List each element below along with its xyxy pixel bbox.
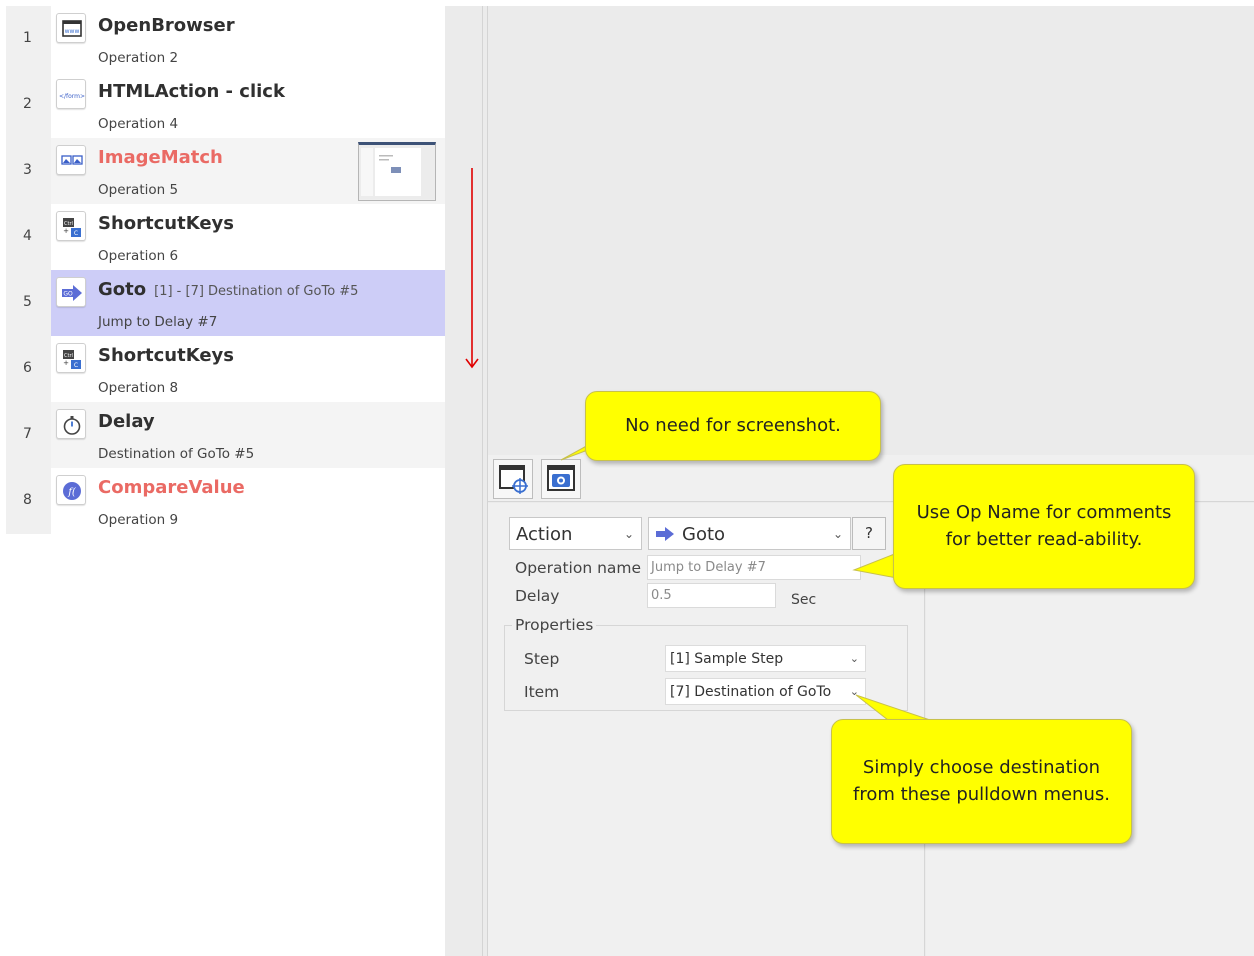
html-form-icon: </form> — [56, 79, 86, 109]
operation-row-8[interactable]: 8 f( CompareValue Operation 9 — [6, 468, 445, 534]
operation-row-3[interactable]: 3 ImageMatch Operation 5 — [6, 138, 445, 204]
operation-row-2[interactable]: 2 </form> HTMLAction - click Operation 4 — [6, 72, 445, 138]
op-name-label: Operation name — [515, 559, 642, 577]
item-select[interactable]: [7] Destination of GoTo ⌄ — [665, 678, 866, 705]
operation-name: Operation 5 — [98, 182, 179, 198]
callout-text-line: Use Op Name for comments — [916, 502, 1172, 524]
flow-down-arrow-icon — [465, 168, 479, 369]
row-number: 7 — [6, 402, 51, 468]
goto-icon: GO — [56, 277, 86, 307]
shortcut-keys-icon: Ctrl + C — [56, 211, 86, 241]
callout-no-screenshot: No need for screenshot. — [585, 391, 881, 461]
op-name-input[interactable]: Jump to Delay #7 — [647, 555, 861, 580]
operation-row-4[interactable]: 4 Ctrl + C ShortcutKeys Operation 6 — [6, 204, 445, 270]
operation-name: Destination of GoTo #5 — [98, 446, 255, 462]
operation-title: HTMLAction - click — [98, 81, 285, 102]
window-camera-icon — [547, 465, 575, 491]
window-target-icon — [499, 465, 528, 494]
item-label: Item — [524, 683, 560, 701]
callout-text-line: from these pulldown menus. — [853, 783, 1110, 805]
step-select[interactable]: [1] Sample Step ⌄ — [665, 645, 866, 672]
row-number: 8 — [6, 468, 51, 534]
callout-pulldown: Simply choose destination from these pul… — [831, 719, 1132, 844]
operation-title: ShortcutKeys — [98, 213, 235, 234]
stopwatch-icon — [56, 409, 86, 439]
operation-title: ShortcutKeys — [98, 345, 235, 366]
callout-text: No need for screenshot. — [625, 414, 841, 436]
callout-text-line: for better read-ability. — [945, 528, 1143, 550]
operation-type: Goto — [98, 279, 147, 300]
action-select[interactable]: Goto ⌄ — [648, 517, 851, 550]
callout-op-name: Use Op Name for comments for better read… — [893, 464, 1195, 589]
screenshot-thumbnail[interactable] — [358, 142, 436, 201]
svg-text:C: C — [74, 230, 78, 237]
operation-name: Operation 4 — [98, 116, 179, 132]
row-number: 1 — [6, 6, 51, 72]
svg-text:C: C — [74, 362, 78, 369]
operation-title: Goto [1] - [7] Destination of GoTo #5 — [98, 279, 358, 300]
step-label: Step — [524, 650, 560, 668]
delay-input[interactable]: 0.5 — [647, 583, 776, 608]
operation-row-5[interactable]: 5 GO Goto [1] - [7] Destination of GoTo #… — [6, 270, 445, 336]
type-select[interactable]: Action ⌄ — [509, 517, 642, 550]
capture-target-button[interactable] — [493, 459, 533, 499]
operation-name: Operation 2 — [98, 50, 179, 66]
operation-title: OpenBrowser — [98, 15, 235, 36]
splitter[interactable] — [482, 6, 483, 956]
step-select-value: [1] Sample Step — [670, 651, 784, 667]
row-number: 2 — [6, 72, 51, 138]
operation-title: Delay — [98, 411, 155, 432]
goto-icon — [654, 524, 676, 549]
svg-text:</form>: </form> — [59, 93, 85, 100]
operation-title: CompareValue — [98, 477, 245, 498]
operation-list: 1 www OpenBrowser Operation 2 2 </form> … — [6, 6, 445, 956]
chevron-down-icon: ⌄ — [849, 652, 859, 665]
compare-value-icon: f( — [56, 475, 86, 505]
operation-row-6[interactable]: 6 Ctrl + C ShortcutKeys Operation 8 — [6, 336, 445, 402]
item-select-value: [7] Destination of GoTo — [670, 684, 832, 700]
goto-destination-summary: [1] - [7] Destination of GoTo #5 — [154, 284, 359, 299]
browser-www-icon: www — [56, 13, 86, 43]
row-number: 3 — [6, 138, 51, 204]
operation-name: Operation 9 — [98, 512, 179, 528]
svg-text:www: www — [65, 28, 80, 35]
row-number: 5 — [6, 270, 51, 336]
operation-name: Operation 6 — [98, 248, 179, 264]
type-select-value: Action — [516, 524, 573, 545]
delay-unit: Sec — [791, 592, 817, 608]
svg-text:+: + — [63, 359, 69, 367]
image-match-icon — [56, 145, 86, 175]
delay-label: Delay — [515, 587, 560, 605]
take-screenshot-button[interactable] — [541, 459, 581, 499]
operation-row-7[interactable]: 7 Delay Destination of GoTo #5 — [6, 402, 445, 468]
operation-name: Operation 8 — [98, 380, 179, 396]
shortcut-keys-icon: Ctrl + C — [56, 343, 86, 373]
help-button[interactable]: ? — [852, 517, 886, 550]
svg-text:+: + — [63, 227, 69, 235]
chevron-down-icon: ⌄ — [832, 527, 843, 541]
svg-text:GO: GO — [63, 291, 73, 298]
properties-group-title: Properties — [512, 616, 597, 634]
chevron-down-icon: ⌄ — [849, 685, 859, 698]
row-number: 4 — [6, 204, 51, 270]
chevron-down-icon: ⌄ — [623, 527, 634, 541]
action-select-value: Goto — [682, 524, 726, 545]
operation-row-1[interactable]: 1 www OpenBrowser Operation 2 — [6, 6, 445, 72]
svg-text:f(: f( — [67, 487, 77, 498]
operation-name: Jump to Delay #7 — [98, 314, 218, 330]
row-number: 6 — [6, 336, 51, 402]
callout-text-line: Simply choose destination — [862, 757, 1101, 779]
operation-title: ImageMatch — [98, 147, 223, 168]
